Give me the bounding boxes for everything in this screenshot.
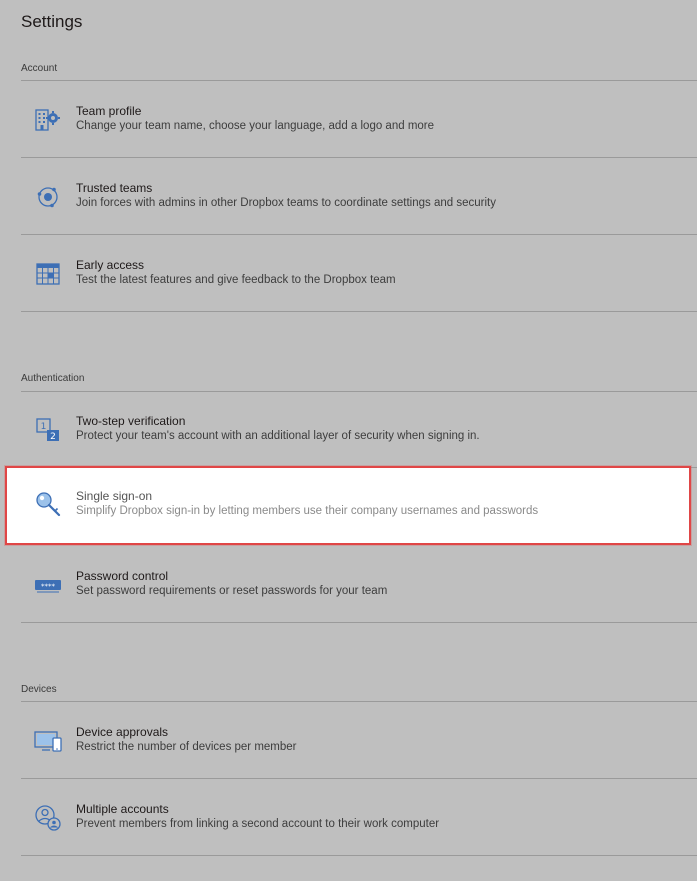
settings-item-title: Device approvals — [76, 725, 169, 739]
settings-item-title: Password control — [76, 569, 169, 583]
svg-text:1: 1 — [41, 422, 47, 432]
settings-item-title: Single sign-on — [76, 489, 153, 503]
team-profile-icon — [33, 105, 63, 135]
settings-item-description: Prevent members from linking a second ac… — [76, 818, 440, 830]
password-icon: **** — [33, 570, 63, 600]
svg-text:2: 2 — [50, 432, 56, 442]
multiple-accounts-icon — [33, 803, 63, 833]
settings-item-title: Early access — [76, 258, 145, 272]
section-header-account: Account — [21, 63, 58, 74]
settings-item-title: Trusted teams — [76, 181, 153, 195]
settings-item-description: Change your team name, choose your langu… — [76, 120, 435, 132]
settings-item-trusted-teams[interactable]: Trusted teams Join forces with admins in… — [21, 158, 697, 235]
settings-item-title: Two-step verification — [76, 414, 186, 428]
section-header-authentication: Authentication — [21, 373, 85, 384]
settings-item-device-approvals[interactable]: Device approvals Restrict the number of … — [21, 702, 697, 779]
settings-item-single-sign-on[interactable]: Single sign-on Simplify Dropbox sign-in … — [5, 466, 691, 545]
calendar-icon — [33, 259, 63, 289]
settings-item-multiple-accounts[interactable]: Multiple accounts Prevent members from l… — [21, 779, 697, 856]
settings-item-title: Team profile — [76, 104, 142, 118]
settings-item-password-control[interactable]: **** Password control Set password requi… — [21, 546, 697, 623]
settings-item-early-access[interactable]: Early access Test the latest features an… — [21, 235, 697, 312]
device-icon — [33, 726, 63, 756]
settings-item-description: Simplify Dropbox sign-in by letting memb… — [76, 505, 539, 517]
svg-text:****: **** — [41, 583, 56, 591]
settings-item-description: Protect your team's account with an addi… — [76, 430, 480, 442]
two-step-icon: 1 2 — [33, 415, 63, 445]
settings-item-description: Set password requirements or reset passw… — [76, 585, 388, 597]
trusted-teams-icon — [33, 182, 63, 212]
settings-item-description: Test the latest features and give feedba… — [76, 274, 396, 286]
page-title: Settings — [21, 12, 83, 31]
settings-item-description: Restrict the number of devices per membe… — [76, 741, 297, 753]
settings-item-title: Multiple accounts — [76, 802, 169, 816]
settings-item-description: Join forces with admins in other Dropbox… — [76, 197, 496, 209]
key-icon — [33, 489, 63, 519]
settings-item-two-step-verification[interactable]: 1 2 Two-step verification Protect your t… — [21, 391, 697, 468]
section-header-devices: Devices — [21, 684, 57, 695]
settings-item-team-profile[interactable]: Team profile Change your team name, choo… — [21, 81, 697, 158]
settings-page: Settings Account Team profile Change you… — [0, 0, 697, 881]
